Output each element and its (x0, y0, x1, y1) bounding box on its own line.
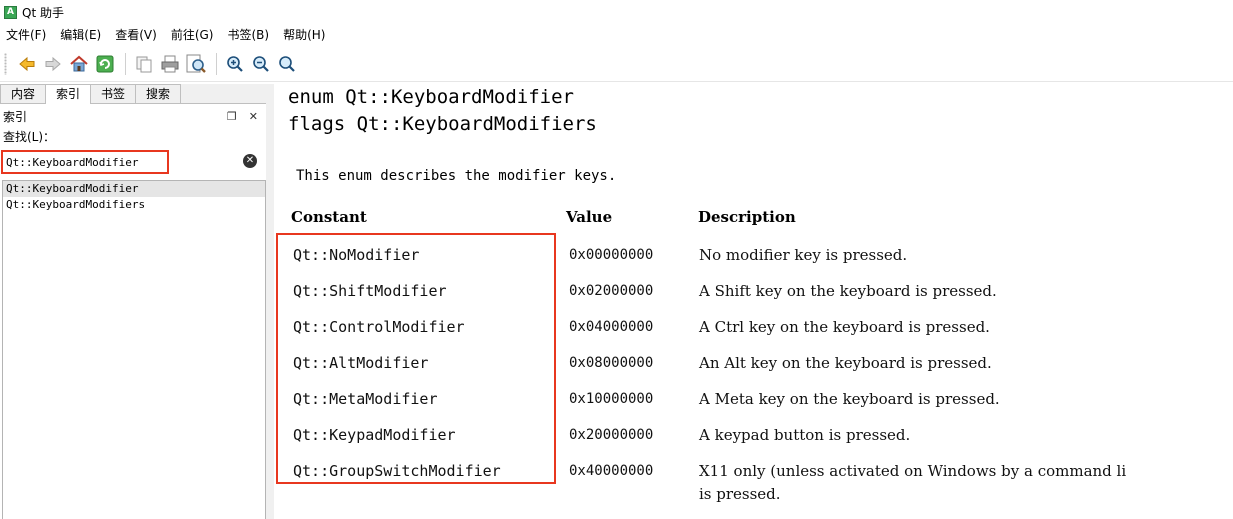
description-cell: A Meta key on the keyboard is pressed. (699, 390, 1000, 408)
search-area: ✕ (1, 150, 265, 174)
column-header-description: Description (698, 208, 796, 226)
menu-bar: 文件(F) 编辑(E) 查看(V) 前往(G) 书签(B) 帮助(H) (0, 24, 1233, 44)
constant-cell: Qt::GroupSwitchModifier (293, 462, 501, 480)
app-icon: A (4, 5, 17, 19)
list-item[interactable]: Qt::KeyboardModifiers (3, 197, 265, 213)
tab-index[interactable]: 索引 (45, 84, 92, 104)
heading-enum: enum Qt::KeyboardModifier (288, 86, 574, 108)
table-row: Qt::KeypadModifier 0x20000000 A keypad b… (274, 426, 1233, 462)
find-text-icon (186, 54, 206, 73)
zoom-out-icon (253, 55, 269, 72)
description-cell: An Alt key on the keyboard is pressed. (699, 354, 992, 372)
description-cell: X11 only (unless activated on Windows by… (699, 462, 1127, 480)
find-label: 查找(L)： (3, 130, 56, 144)
tab-search[interactable]: 搜索 (135, 84, 182, 103)
print-icon (161, 55, 179, 72)
close-icon[interactable]: ✕ (249, 110, 258, 123)
splitter[interactable] (266, 84, 274, 519)
zoom-out-button[interactable] (249, 52, 273, 76)
constant-cell: Qt::NoModifier (293, 246, 420, 264)
window-title: Qt 助手 (22, 5, 64, 20)
toolbar-separator (125, 52, 126, 75)
value-cell: 0x02000000 (569, 283, 654, 299)
home-icon (70, 55, 88, 71)
table-row: Qt::ShiftModifier 0x02000000 A Shift key… (274, 282, 1233, 318)
float-icon[interactable]: ❐ (227, 110, 237, 123)
value-cell: 0x00000000 (569, 247, 654, 263)
dock-title-bar: 索引 ❐ ✕ (0, 106, 266, 126)
menu-go[interactable]: 前往(G) (171, 26, 214, 43)
dock-title: 索引 (3, 109, 28, 124)
copy-icon (136, 56, 152, 72)
table-row: Qt::AltModifier 0x08000000 An Alt key on… (274, 354, 1233, 390)
column-header-value: Value (566, 208, 613, 226)
description-cell: No modifier key is pressed. (699, 246, 908, 264)
table-row: Qt::MetaModifier 0x10000000 A Meta key o… (274, 390, 1233, 426)
zoom-reset-icon (279, 55, 295, 72)
menu-view[interactable]: 查看(V) (115, 26, 157, 43)
zoom-in-icon (227, 55, 243, 72)
title-bar: A Qt 助手 (0, 0, 1233, 24)
toolbar (0, 46, 1233, 82)
sidebar-tabs: 内容 索引 书签 搜索 (0, 84, 266, 104)
constant-cell: Qt::KeypadModifier (293, 426, 456, 444)
value-cell: 0x20000000 (569, 427, 654, 443)
description-cell: A Shift key on the keyboard is pressed. (699, 282, 997, 300)
value-cell: 0x40000000 (569, 463, 654, 479)
table-row: Qt::GroupSwitchModifier 0x40000000 X11 o… (274, 462, 1233, 512)
toolbar-grip[interactable] (4, 52, 7, 75)
menu-edit[interactable]: 编辑(E) (60, 26, 101, 43)
home-button[interactable] (67, 52, 91, 76)
menu-bookmarks[interactable]: 书签(B) (227, 26, 269, 43)
description-cell: A keypad button is pressed. (699, 426, 911, 444)
search-input[interactable] (1, 150, 169, 174)
menu-help[interactable]: 帮助(H) (283, 26, 325, 43)
zoom-in-button[interactable] (223, 52, 247, 76)
print-button[interactable] (158, 52, 182, 76)
tab-contents[interactable]: 内容 (0, 84, 47, 103)
toolbar-separator (216, 52, 217, 75)
constant-cell: Qt::ControlModifier (293, 318, 465, 336)
forward-icon (45, 56, 61, 71)
sync-icon (96, 55, 114, 72)
constant-cell: Qt::AltModifier (293, 354, 429, 372)
table-row: Qt::NoModifier 0x00000000 No modifier ke… (274, 246, 1233, 282)
doc-description: This enum describes the modifier keys. (296, 168, 617, 184)
sync-button[interactable] (93, 52, 117, 76)
index-list[interactable]: Qt::KeyboardModifier Qt::KeyboardModifie… (2, 180, 266, 519)
back-icon (19, 56, 35, 71)
copy-button[interactable] (132, 52, 156, 76)
clear-icon[interactable]: ✕ (243, 154, 257, 168)
value-cell: 0x04000000 (569, 319, 654, 335)
description-cell: A Ctrl key on the keyboard is pressed. (699, 318, 990, 336)
description-cell-continued: is pressed. (699, 485, 781, 503)
table-row: Qt::ControlModifier 0x04000000 A Ctrl ke… (274, 318, 1233, 354)
tab-bookmarks[interactable]: 书签 (90, 84, 137, 103)
heading-flags: flags Qt::KeyboardModifiers (288, 113, 597, 135)
constant-cell: Qt::ShiftModifier (293, 282, 447, 300)
value-cell: 0x10000000 (569, 391, 654, 407)
doc-content: enum Qt::KeyboardModifier flags Qt::Keyb… (274, 84, 1233, 519)
forward-button[interactable] (41, 52, 65, 76)
back-button[interactable] (15, 52, 39, 76)
constant-cell: Qt::MetaModifier (293, 390, 438, 408)
list-item[interactable]: Qt::KeyboardModifier (3, 181, 265, 197)
menu-file[interactable]: 文件(F) (6, 26, 46, 43)
find-text-button[interactable] (184, 52, 208, 76)
value-cell: 0x08000000 (569, 355, 654, 371)
zoom-reset-button[interactable] (275, 52, 299, 76)
column-header-constant: Constant (291, 208, 367, 226)
